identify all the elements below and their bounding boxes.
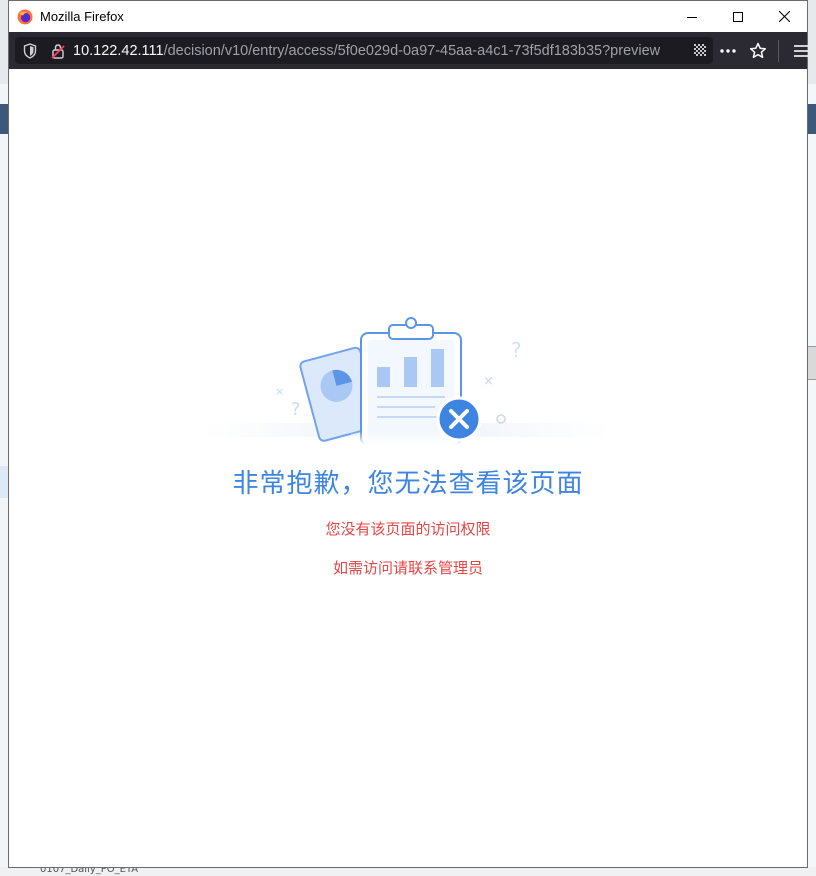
bookmark-star-icon bbox=[749, 42, 767, 58]
background-app-right bbox=[808, 84, 816, 876]
more-actions-button[interactable] bbox=[714, 37, 742, 65]
svg-text:?: ? bbox=[291, 399, 301, 420]
url-host: 10.122.42.111 bbox=[73, 42, 164, 59]
minimize-icon bbox=[687, 16, 697, 18]
close-icon bbox=[778, 11, 790, 22]
address-bar[interactable]: 10.122.42.111/decision/v10/entry/access/… bbox=[15, 37, 713, 64]
background-header-band bbox=[808, 104, 816, 134]
qr-code-icon[interactable] bbox=[694, 44, 707, 57]
url-path: /decision/v10/entry/access/5f0e029d-0a97… bbox=[163, 42, 661, 59]
svg-text:×: × bbox=[483, 374, 494, 389]
error-headline: 非常抱歉，您无法查看该页面 bbox=[232, 469, 584, 499]
firefox-logo-icon bbox=[17, 9, 33, 24]
contact-admin-message: 如需访问请联系管理员 bbox=[332, 559, 483, 577]
url-text[interactable]: 10.122.42.111/decision/v10/entry/access/… bbox=[73, 43, 660, 59]
svg-text:?: ? bbox=[511, 338, 522, 362]
background-tree-item: 0107_Daily_PO_ETA bbox=[40, 867, 139, 875]
no-permission-message: 您没有该页面的访问权限 bbox=[325, 520, 491, 538]
access-denied-illustration: ? ? × × bbox=[201, 317, 611, 445]
menu-icon bbox=[794, 44, 808, 57]
close-button[interactable] bbox=[761, 1, 807, 32]
window-title: Mozilla Firefox bbox=[40, 9, 124, 24]
page-content: ? ? × × 非常抱歉，您无法查看该页面 您没有该页面的访问权限 如需访问请联… bbox=[9, 69, 807, 867]
title-bar: Mozilla Firefox bbox=[9, 1, 807, 32]
minimize-button[interactable] bbox=[669, 1, 715, 32]
background-button-fragment bbox=[808, 346, 816, 380]
background-app-bottom: 0107_Daily_PO_ETA bbox=[0, 867, 816, 876]
app-menu-button[interactable] bbox=[787, 37, 815, 65]
browser-popup-window: Mozilla Firefox 10.122.42.111/decision/v… bbox=[8, 0, 808, 868]
svg-text:×: × bbox=[275, 385, 284, 398]
maximize-button[interactable] bbox=[715, 1, 761, 32]
insecure-lock-icon[interactable] bbox=[51, 43, 65, 59]
window-controls bbox=[669, 1, 807, 32]
navigation-toolbar: 10.122.42.111/decision/v10/entry/access/… bbox=[9, 32, 808, 69]
toolbar-actions bbox=[714, 32, 816, 69]
bookmark-button[interactable] bbox=[744, 37, 772, 65]
toolbar-separator bbox=[778, 39, 779, 62]
maximize-icon bbox=[733, 11, 743, 22]
more-actions-icon bbox=[720, 48, 736, 53]
tracking-shield-icon[interactable] bbox=[23, 42, 37, 59]
